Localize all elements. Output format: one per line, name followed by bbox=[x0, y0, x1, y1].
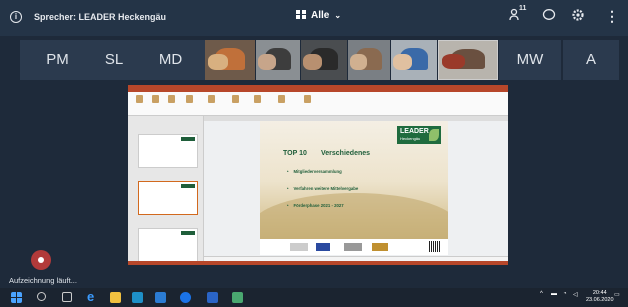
slide-thumbnail bbox=[138, 228, 198, 262]
meeting-top-bar: i Sprecher: LEADER Heckengäu Alle ⌄ 11 ⋮ bbox=[0, 0, 628, 36]
ribbon-tab-bar bbox=[128, 85, 508, 92]
file-explorer-icon[interactable] bbox=[110, 292, 121, 303]
slide-footer-logos bbox=[260, 239, 448, 255]
edge-browser-icon[interactable]: e bbox=[87, 289, 98, 304]
grid-view-icon bbox=[296, 10, 306, 19]
info-icon[interactable]: i bbox=[10, 11, 22, 23]
participant-tile[interactable]: MW bbox=[499, 40, 561, 80]
taskbar-clock[interactable]: 20:44 23.06.2020 bbox=[586, 290, 614, 304]
chat-icon[interactable] bbox=[542, 8, 556, 25]
speaker-label: Sprecher: LEADER Heckengäu bbox=[34, 12, 167, 22]
volume-icon[interactable]: ◁ bbox=[573, 291, 578, 298]
ribbon-button-icon bbox=[278, 95, 285, 103]
participant-initials: A bbox=[585, 51, 596, 68]
app-ribbon bbox=[128, 85, 508, 116]
search-icon[interactable] bbox=[37, 292, 46, 301]
slide-thumbnail-pane bbox=[128, 116, 204, 265]
ribbon-button-icon bbox=[168, 95, 175, 103]
participant-strip: PM SL MD MW A bbox=[0, 40, 628, 80]
participant-initials: PM bbox=[46, 51, 69, 68]
settings-icon[interactable] bbox=[571, 8, 585, 25]
participant-initials: MD bbox=[158, 51, 183, 68]
slide-title: Verschiedenes bbox=[321, 150, 371, 157]
notification-icon[interactable]: ▭ bbox=[614, 291, 620, 298]
participant-video-tile[interactable] bbox=[391, 40, 437, 80]
participant-video-tile[interactable] bbox=[348, 40, 390, 80]
participant-video-tile[interactable] bbox=[256, 40, 300, 80]
clock-time: 20:44 bbox=[592, 290, 607, 296]
shared-screen: LEADER Heckengäu TOP 10 Verschiedenes Mi… bbox=[128, 85, 508, 265]
participant-tile[interactable]: MD bbox=[133, 40, 208, 80]
clock-date: 23.06.2020 bbox=[586, 297, 614, 303]
slide-top-number: TOP 10 bbox=[283, 150, 307, 157]
record-icon bbox=[38, 257, 44, 263]
slide-thumbnail-selected bbox=[138, 181, 198, 215]
teams-icon[interactable] bbox=[232, 292, 243, 303]
recording-button[interactable] bbox=[31, 250, 51, 270]
participants-count: 11 bbox=[519, 5, 527, 12]
slide-bullet: Verfahren weitere Mittelvergabe bbox=[287, 186, 359, 191]
recording-label: Aufzeichnung läuft... bbox=[9, 276, 77, 285]
app-status-bar bbox=[128, 261, 508, 265]
leader-logo: LEADER Heckengäu bbox=[397, 126, 441, 144]
ribbon-button-icon bbox=[186, 95, 193, 103]
slide-thumbnail bbox=[138, 134, 198, 168]
skype-icon[interactable] bbox=[180, 292, 191, 303]
ribbon-button-icon bbox=[136, 95, 143, 103]
participant-video-tile[interactable] bbox=[438, 40, 498, 80]
tray-up-icon[interactable]: ^ bbox=[540, 291, 543, 297]
ribbon-button-icon bbox=[208, 95, 215, 103]
participant-video-tile[interactable] bbox=[205, 40, 255, 80]
more-options-icon[interactable]: ⋮ bbox=[605, 8, 619, 25]
view-selector-label: Alle bbox=[311, 10, 330, 21]
outlook-icon[interactable] bbox=[207, 292, 218, 303]
network-icon[interactable]: ◔ bbox=[563, 291, 567, 297]
slide-bullet: Förderphase 2021 - 2027 bbox=[287, 203, 344, 208]
participant-video-tile[interactable] bbox=[301, 40, 347, 80]
windows-start-icon[interactable] bbox=[11, 292, 22, 303]
participant-tile[interactable]: A bbox=[563, 40, 619, 80]
chevron-down-icon: ⌄ bbox=[334, 11, 342, 20]
windows-taskbar: e ^ ▬ ◔ ◁ 20:44 23.06.2020 ▭ bbox=[0, 288, 628, 307]
slide-bullet: Mitgliederversammlung bbox=[287, 169, 342, 174]
qr-code-icon bbox=[429, 241, 440, 252]
ribbon-button-icon bbox=[254, 95, 261, 103]
ribbon-button-icon bbox=[152, 95, 159, 103]
mail-icon[interactable] bbox=[155, 292, 166, 303]
ribbon-button-icon bbox=[232, 95, 239, 103]
ribbon-button-icon bbox=[304, 95, 311, 103]
app-icon[interactable] bbox=[132, 292, 143, 303]
battery-icon: ▬ bbox=[551, 291, 557, 297]
participant-initials: SL bbox=[104, 51, 124, 68]
view-selector[interactable]: Alle ⌄ bbox=[296, 10, 341, 21]
task-view-icon[interactable] bbox=[62, 292, 72, 302]
participant-initials: MW bbox=[516, 51, 544, 68]
presentation-slide: LEADER Heckengäu TOP 10 Verschiedenes Mi… bbox=[260, 121, 448, 255]
